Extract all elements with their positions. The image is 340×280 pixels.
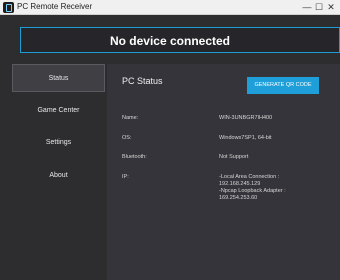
os-label: OS:	[122, 135, 132, 141]
ip-label: IP:	[122, 174, 129, 180]
ip-value-line: 192.168.245.129	[219, 181, 261, 187]
close-button[interactable]: ✕	[324, 0, 338, 14]
sidebar: Status Game Center Settings About	[12, 64, 106, 280]
sidebar-item-game-center[interactable]: Game Center	[12, 97, 105, 125]
sidebar-item-status[interactable]: Status	[12, 64, 105, 92]
ip-value-line: -Local Area Connection :	[219, 174, 280, 180]
name-value: WIN-3UNBGR7IH400	[219, 115, 273, 121]
status-panel: PC Status GENERATE QR CODE Name: WIN-3UN…	[107, 64, 340, 280]
sidebar-item-about[interactable]: About	[12, 162, 105, 190]
name-label: Name:	[122, 115, 139, 121]
connection-banner: No device connected	[20, 27, 340, 53]
title-bar: PC Remote Receiver — ☐ ✕	[0, 0, 340, 15]
sidebar-item-settings[interactable]: Settings	[12, 129, 105, 157]
bluetooth-label: Bluetooth:	[122, 154, 147, 160]
ip-value-line: 169.254.253.60	[219, 195, 258, 201]
generate-qr-code-button[interactable]: GENERATE QR CODE	[247, 77, 319, 94]
window-title: PC Remote Receiver	[17, 2, 93, 11]
connection-status-text: No device connected	[109, 34, 231, 48]
page-title: PC Status	[122, 76, 163, 86]
os-value: Windows7SP1, 64-bit	[219, 135, 272, 141]
bluetooth-value: Not Support	[219, 154, 249, 160]
app-icon	[3, 2, 14, 13]
ip-value-line: -Npcap Loopback Adapter :	[219, 188, 286, 194]
